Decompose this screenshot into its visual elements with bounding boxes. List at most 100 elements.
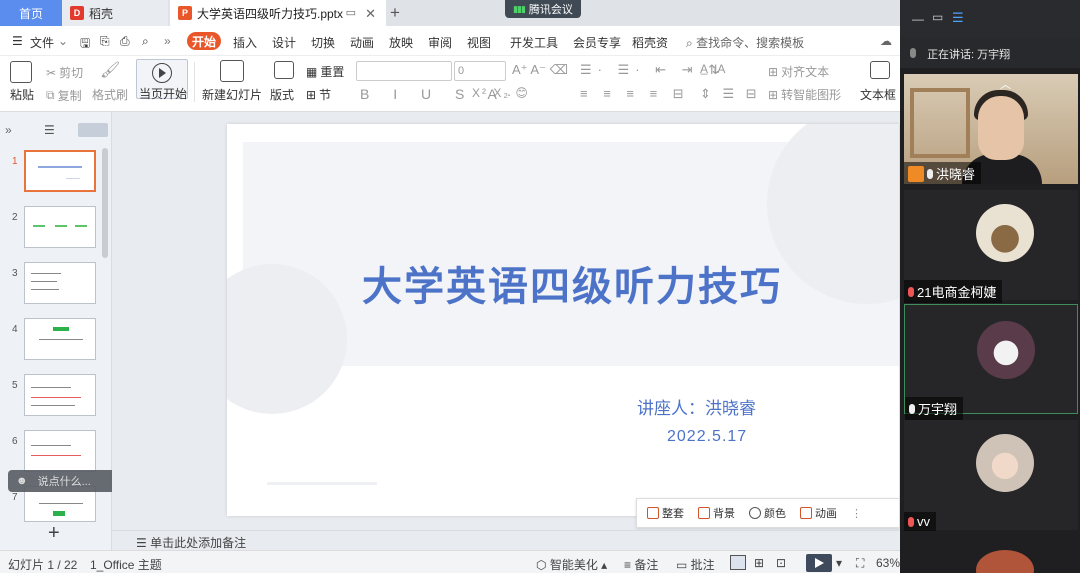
notes-toggle[interactable]: ≡ 备注	[624, 556, 658, 573]
tab-daoke[interactable]: D 稻壳	[62, 0, 168, 26]
beautify-button[interactable]: ⬡ 智能美化 ▴	[536, 556, 607, 573]
slide-thumbnail-2[interactable]	[24, 206, 96, 248]
smart-shape-label: 转智能图形	[781, 88, 842, 102]
template-label: 整套	[662, 508, 684, 520]
smart-shape-button[interactable]: ⊞ 转智能图形	[768, 86, 841, 103]
window-icon[interactable]: ▭	[932, 10, 943, 24]
mic-icon	[927, 168, 933, 179]
meeting-indicator[interactable]: ▮▮▮ 腾讯会议	[505, 0, 581, 18]
slide-thumbnail-3[interactable]	[24, 262, 96, 304]
meeting-chat-input[interactable]: ☻ 说点什么... ‹	[8, 470, 128, 492]
comments-toggle[interactable]: ▭ 批注	[676, 556, 715, 573]
participant-name: 万宇翔	[918, 402, 958, 417]
section-button[interactable]: ⊞ 节	[306, 86, 331, 103]
menu-transition[interactable]: 切换	[311, 34, 335, 51]
hamburger-icon[interactable]: ☰	[12, 34, 23, 48]
text-direction-icon[interactable]: A̲ ↕A	[700, 62, 725, 76]
template-button[interactable]: 整套	[647, 505, 684, 521]
textbox-button[interactable]: 文本框	[860, 86, 896, 103]
normal-view-icon[interactable]	[730, 555, 746, 570]
slide-date[interactable]: 2022.5.17	[667, 428, 747, 446]
layout-icon[interactable]: ☰	[952, 10, 964, 26]
participant-tile-speaking[interactable]: 万宇翔	[904, 304, 1078, 420]
fit-window-icon[interactable]: ⛶	[856, 556, 864, 571]
slide-thumbnail-1[interactable]	[24, 150, 96, 192]
reset-button[interactable]: ▦ 重置	[306, 63, 344, 80]
save-icon[interactable]: 🖫	[80, 34, 90, 55]
more-icon[interactable]: »	[164, 34, 171, 48]
chevron-down-icon[interactable]: ▾	[836, 556, 842, 570]
new-slide-icon[interactable]	[220, 60, 244, 82]
background-button[interactable]: 背景	[698, 505, 735, 521]
paste-button[interactable]: 粘贴	[10, 86, 34, 103]
cut-button[interactable]: ✂ 剪切	[46, 64, 83, 81]
textbox-icon[interactable]	[870, 61, 890, 79]
reading-view-icon[interactable]: ⊡	[776, 556, 786, 570]
command-search[interactable]: ⌕ 查找命令、搜索模板	[686, 34, 804, 51]
print-icon[interactable]: ⎙	[120, 34, 130, 49]
outline-view-icon[interactable]: ☰	[44, 123, 55, 137]
cloud-icon[interactable]: ☁	[880, 34, 892, 48]
chevron-down-icon[interactable]: ⌄	[58, 34, 68, 48]
menu-animation[interactable]: 动画	[350, 34, 374, 51]
paste-icon[interactable]	[10, 61, 32, 83]
tab-home[interactable]: 首页	[0, 0, 62, 26]
slide-thumbnail-6[interactable]	[24, 430, 96, 472]
slide-thumbnail-5[interactable]	[24, 374, 96, 416]
thumbnail-scrollbar[interactable]	[102, 148, 108, 258]
menu-insert[interactable]: 插入	[233, 34, 257, 51]
collapse-panel-icon[interactable]: »	[5, 123, 12, 137]
menu-design[interactable]: 设计	[272, 34, 296, 51]
slide-speaker[interactable]: 讲座人：洪晓睿	[637, 394, 756, 419]
tab-pin-icon[interactable]: ▭	[346, 6, 356, 19]
participant-tile[interactable]: 21电商金柯婕	[904, 190, 1078, 303]
comments-label: 批注	[690, 558, 715, 572]
meeting-label: 腾讯会议	[528, 4, 573, 16]
participant-video[interactable]: ︿ 洪晓睿	[904, 74, 1078, 184]
alignment-buttons[interactable]: ≡ ≡ ≡ ≡ ⊟	[580, 86, 690, 102]
menu-home[interactable]: 开始	[187, 32, 221, 50]
participant-name: 21电商金柯婕	[917, 285, 997, 300]
slide-thumbnail-4[interactable]	[24, 318, 96, 360]
participant-tile[interactable]: vv	[904, 420, 1078, 531]
zoom-level[interactable]: 63%	[876, 556, 900, 570]
layout-button[interactable]: 版式	[270, 86, 294, 103]
menu-view[interactable]: 视图	[467, 34, 491, 51]
minimize-icon[interactable]: —	[912, 12, 924, 26]
beautify-label: 智能美化	[549, 558, 598, 572]
slide-title[interactable]: 大学英语四级听力技巧	[227, 254, 899, 312]
spacing-buttons[interactable]: ⇕ ☰ ⊟	[700, 86, 761, 102]
notes-area[interactable]: ☰ 单击此处添加备注	[112, 530, 900, 550]
grid-view-icon[interactable]: ⊞	[754, 556, 764, 570]
export-icon[interactable]: ⎘	[100, 34, 110, 49]
menu-developer[interactable]: 开发工具	[510, 34, 558, 51]
font-grow-icon[interactable]: A⁺ A⁻ ⌫	[512, 62, 568, 78]
menu-review[interactable]: 审阅	[428, 34, 452, 51]
format-painter-button[interactable]: 格式刷	[92, 86, 128, 103]
copy-button[interactable]: ⧉ 复制	[46, 87, 82, 104]
tab-daoke-label: 稻壳	[89, 6, 114, 21]
add-slide-icon[interactable]: +	[48, 522, 60, 545]
new-slide-button[interactable]: 新建幻灯片	[202, 86, 262, 103]
font-family-select[interactable]	[356, 61, 452, 81]
play-from-current-button[interactable]: 当页开始	[136, 59, 188, 101]
thumbnail-view-icon[interactable]	[78, 123, 108, 137]
current-slide[interactable]: 大学英语四级听力技巧 讲座人：洪晓睿 2022.5.17	[227, 124, 899, 516]
slideshow-play-icon[interactable]	[806, 554, 832, 572]
align-text-button[interactable]: ⊞ 对齐文本	[768, 63, 829, 80]
layout-icon[interactable]	[274, 61, 294, 79]
menu-file[interactable]: 文件	[30, 34, 54, 51]
animation-button[interactable]: 动画	[800, 505, 837, 521]
menu-slideshow[interactable]: 放映	[389, 34, 413, 51]
preview-icon[interactable]: ⌕	[142, 34, 149, 49]
tab-document[interactable]: P 大学英语四级听力技巧.pptx ▭ ✕	[170, 0, 386, 26]
menu-daoke[interactable]: 稻壳资	[632, 34, 668, 51]
font-size-select[interactable]: 0	[454, 61, 506, 81]
script-buttons[interactable]: X² X₂ 😊	[472, 86, 530, 100]
new-tab-icon[interactable]: +	[390, 3, 400, 23]
tab-close-icon[interactable]: ✕	[365, 6, 376, 22]
more-options-icon[interactable]: ⋮	[851, 507, 862, 520]
menu-member[interactable]: 会员专享	[573, 34, 621, 51]
color-button[interactable]: 颜色	[749, 505, 786, 521]
chevron-up-icon[interactable]: ︿	[1000, 76, 1011, 92]
